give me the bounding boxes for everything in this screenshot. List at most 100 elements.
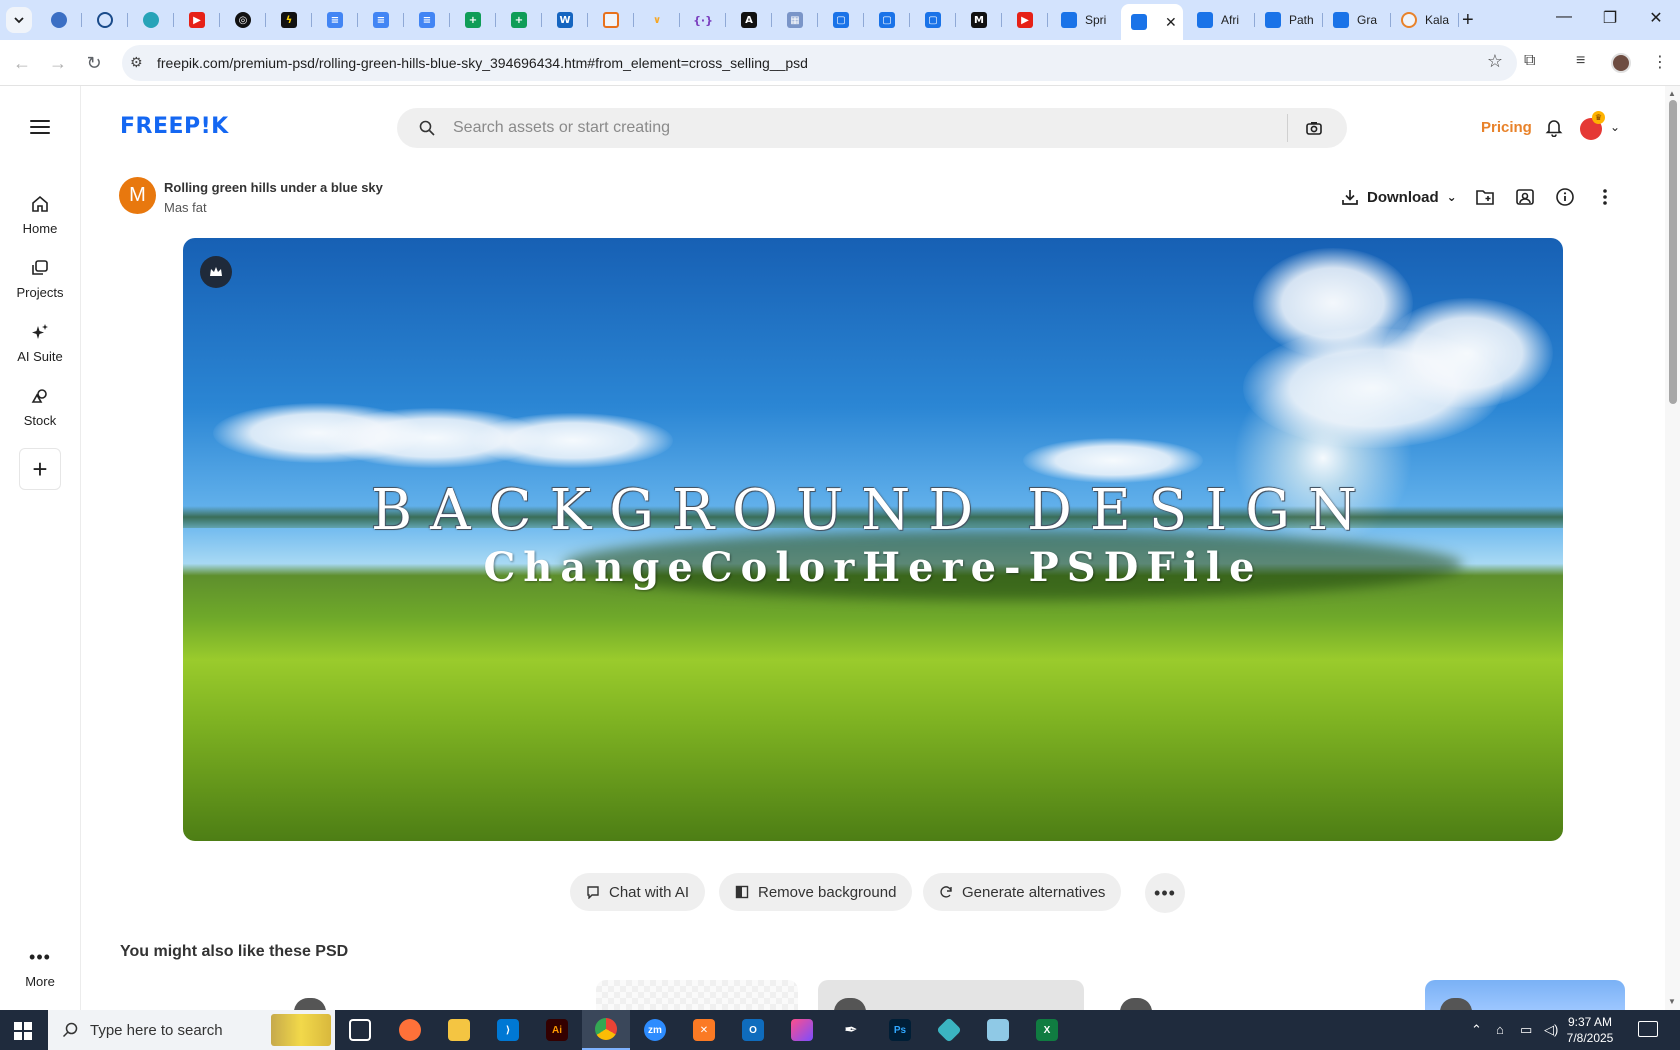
site-info-icon[interactable]: ⚙ — [130, 54, 143, 71]
taskbar-app[interactable]: X — [1023, 1010, 1071, 1050]
user-avatar[interactable]: ♛ — [1580, 111, 1605, 140]
browser-tab[interactable] — [82, 7, 128, 33]
browser-tab[interactable]: + — [496, 7, 542, 33]
search-input[interactable] — [453, 116, 1253, 140]
taskbar-app[interactable]: ✕ — [680, 1010, 728, 1050]
bookmark-star-icon[interactable]: ☆ — [1487, 51, 1503, 72]
browser-tab[interactable]: ▢ — [818, 7, 864, 33]
browser-tab[interactable]: Afri — [1187, 7, 1255, 33]
tab-search-button[interactable] — [6, 7, 32, 33]
windows-start-button[interactable] — [14, 1022, 32, 1040]
browser-tab[interactable]: A — [726, 7, 772, 33]
network-icon[interactable]: ⌂ — [1496, 1022, 1504, 1037]
author-name[interactable]: Mas fat — [164, 200, 207, 215]
browser-tab[interactable]: ▦ — [772, 7, 818, 33]
info-button[interactable] — [1554, 186, 1576, 208]
xampp-icon: ✕ — [693, 1019, 715, 1041]
taskbar-search[interactable]: Type here to search — [48, 1010, 335, 1050]
task-view-button[interactable] — [336, 1010, 384, 1050]
chevron-down-icon[interactable]: ⌄ — [1610, 120, 1620, 134]
browser-tab[interactable]: M — [956, 7, 1002, 33]
related-thumbnail[interactable] — [596, 980, 798, 1010]
new-tab-button[interactable]: + — [1462, 8, 1474, 32]
chat-with-ai-button[interactable]: Chat with AI — [570, 873, 706, 911]
media-control-icon[interactable]: ≡ — [1576, 52, 1585, 70]
chrome-menu-icon[interactable]: ⋮ — [1652, 52, 1668, 72]
menu-icon[interactable] — [30, 120, 50, 134]
wifi-icon[interactable]: ▭ — [1520, 1022, 1532, 1038]
forward-button[interactable]: → — [47, 52, 69, 74]
browser-tab[interactable]: ϟ — [266, 7, 312, 33]
taskbar-app[interactable] — [386, 1010, 434, 1050]
download-button[interactable]: Download ⌄ — [1341, 186, 1457, 208]
play-favicon-icon — [143, 12, 159, 28]
browser-tab[interactable]: ≡ — [312, 7, 358, 33]
taskbar-app[interactable]: Ps — [876, 1010, 924, 1050]
edit-in-suite-button[interactable] — [1514, 186, 1536, 208]
close-tab-icon[interactable]: ✕ — [1165, 14, 1177, 31]
taskbar-app[interactable]: zm — [631, 1010, 679, 1050]
back-button[interactable]: ← — [11, 52, 33, 74]
scroll-down-arrow-icon[interactable]: ▼ — [1668, 997, 1676, 1006]
rail-item-ai-suite[interactable]: AI Suite — [0, 322, 80, 366]
camera-icon[interactable] — [1305, 119, 1323, 137]
taskbar-app[interactable]: O — [729, 1010, 777, 1050]
browser-tab-active[interactable]: ✕ — [1121, 4, 1183, 40]
browser-tab[interactable]: ∨ — [634, 7, 680, 33]
add-button[interactable]: + — [19, 448, 61, 490]
browser-tab[interactable]: Kala — [1391, 7, 1459, 33]
minimize-button[interactable]: — — [1541, 8, 1587, 26]
more-options-button[interactable] — [1594, 186, 1616, 208]
taskbar-app[interactable]: ✒ — [827, 1010, 875, 1050]
taskbar-app[interactable] — [435, 1010, 483, 1050]
taskbar-app-chrome[interactable] — [582, 1010, 630, 1050]
more-actions-button[interactable]: ••• — [1145, 873, 1185, 913]
browser-tab[interactable]: Path — [1255, 7, 1323, 33]
close-window-button[interactable]: ✕ — [1633, 8, 1679, 28]
freepik-logo[interactable]: FREEP!K — [120, 114, 229, 139]
tray-chevron-up-icon[interactable]: ⌃ — [1471, 1022, 1482, 1038]
taskbar-clock[interactable]: 9:37 AM 7/8/2025 — [1550, 1014, 1630, 1046]
browser-tab[interactable]: Gra — [1323, 7, 1391, 33]
notification-icon[interactable] — [1638, 1021, 1658, 1037]
asset-preview-image[interactable]: BACKGROUND DESIGN ChangeColorHere-PSDFil… — [183, 238, 1563, 841]
generate-alternatives-button[interactable]: Generate alternatives — [923, 873, 1122, 911]
reload-button[interactable]: ↻ — [83, 52, 105, 74]
remove-background-button[interactable]: Remove background — [719, 873, 913, 911]
browser-tab[interactable]: ▢ — [864, 7, 910, 33]
scroll-up-arrow-icon[interactable]: ▲ — [1668, 89, 1676, 98]
browser-tab[interactable]: ▢ — [910, 7, 956, 33]
browser-tab[interactable] — [128, 7, 174, 33]
browser-tab[interactable]: ≡ — [404, 7, 450, 33]
taskbar-app[interactable] — [974, 1010, 1022, 1050]
browser-tab[interactable]: {·} — [680, 7, 726, 33]
taskbar-app[interactable]: Ai — [533, 1010, 581, 1050]
taskbar-app[interactable] — [925, 1010, 973, 1050]
browser-tab[interactable] — [36, 7, 82, 33]
rail-item-stock[interactable]: Stock — [0, 386, 80, 430]
firefox-icon — [399, 1019, 421, 1041]
rail-item-home[interactable]: Home — [0, 194, 80, 238]
restore-button[interactable]: ❐ — [1587, 8, 1633, 28]
browser-tab[interactable] — [588, 7, 634, 33]
extensions-icon[interactable]: ⧉ — [1524, 52, 1535, 70]
browser-tab[interactable]: W — [542, 7, 588, 33]
save-to-folder-button[interactable] — [1474, 186, 1496, 208]
rail-item-more[interactable]: ••• More — [0, 948, 80, 989]
bell-icon[interactable] — [1544, 117, 1564, 137]
taskbar-app[interactable]: ⟩ — [484, 1010, 532, 1050]
rail-item-projects[interactable]: Projects — [0, 258, 80, 302]
scrollbar-thumb[interactable] — [1669, 100, 1677, 404]
profile-avatar[interactable] — [1611, 53, 1631, 73]
browser-tab[interactable]: ≡ — [358, 7, 404, 33]
browser-tab[interactable]: ▶ — [174, 7, 220, 33]
browser-tab[interactable]: ◎ — [220, 7, 266, 33]
taskbar-app[interactable] — [778, 1010, 826, 1050]
address-bar[interactable]: ⚙ freepik.com/premium-psd/rolling-green-… — [122, 45, 1517, 81]
url-text[interactable]: freepik.com/premium-psd/rolling-green-hi… — [157, 55, 808, 71]
browser-tab[interactable]: + — [450, 7, 496, 33]
browser-tab[interactable]: ▶ — [1002, 7, 1048, 33]
pricing-link[interactable]: Pricing — [1481, 119, 1532, 136]
author-avatar[interactable]: M — [119, 177, 156, 214]
browser-tab[interactable]: Spri — [1051, 7, 1119, 33]
